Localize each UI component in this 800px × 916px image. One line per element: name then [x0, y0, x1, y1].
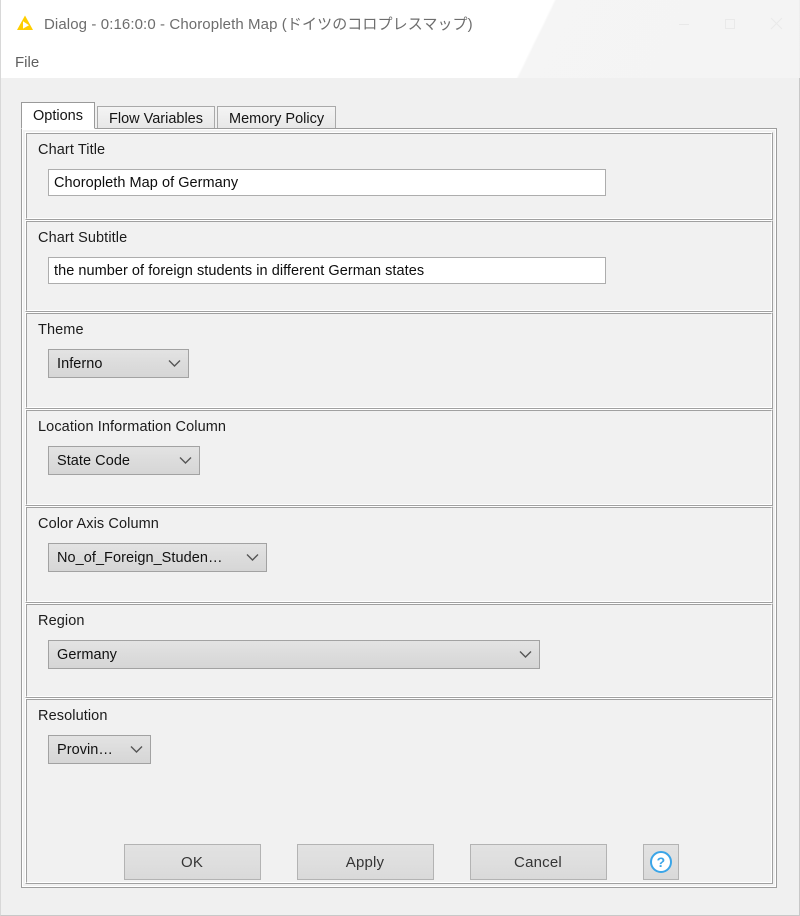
dialog-content: Options Flow Variables Memory Policy Cha…	[1, 78, 799, 915]
help-button[interactable]: ?	[642, 844, 679, 880]
group-theme: Theme Inferno	[25, 312, 773, 409]
theme-select-value: Inferno	[57, 355, 103, 372]
region-select-value: Germany	[57, 646, 117, 663]
chart-subtitle-input[interactable]	[48, 257, 606, 284]
options-tab-panel: Chart Title Chart Subtitle Theme Inferno	[21, 128, 777, 888]
minimize-icon	[679, 23, 689, 25]
group-color-axis-column: Color Axis Column No_of_Foreign_Studen…	[25, 506, 773, 603]
location-column-label: Location Information Column	[38, 419, 227, 435]
help-icon: ?	[649, 851, 672, 873]
tab-options[interactable]: Options	[21, 102, 95, 129]
chevron-down-icon	[179, 456, 192, 465]
group-region: Region Germany	[25, 603, 773, 698]
group-chart-title: Chart Title	[25, 132, 773, 220]
tab-options-label: Options	[33, 107, 83, 124]
resolution-label: Resolution	[38, 708, 108, 724]
theme-select[interactable]: Inferno	[48, 349, 189, 378]
dialog-button-bar: OK Apply Cancel ?	[1, 809, 800, 915]
menu-bar: File	[1, 47, 799, 78]
color-axis-column-label: Color Axis Column	[38, 516, 159, 532]
resolution-select-value: Provin…	[57, 741, 113, 758]
color-axis-column-select-value: No_of_Foreign_Studen…	[57, 549, 223, 566]
region-select[interactable]: Germany	[48, 640, 540, 669]
tab-memory-policy-label: Memory Policy	[229, 111, 325, 127]
window-title: Dialog - 0:16:0:0 - Choropleth Map (ドイツの…	[44, 16, 473, 33]
region-label: Region	[38, 613, 85, 629]
ok-button[interactable]: OK	[123, 844, 261, 880]
tab-flow-variables-label: Flow Variables	[108, 111, 204, 127]
group-chart-subtitle: Chart Subtitle	[25, 220, 773, 312]
dialog-window: Dialog - 0:16:0:0 - Choropleth Map (ドイツの…	[0, 0, 800, 916]
maximize-icon	[725, 18, 735, 29]
knime-triangle-icon	[16, 14, 34, 32]
chart-title-label: Chart Title	[38, 142, 106, 158]
close-icon	[770, 17, 782, 30]
location-column-select-value: State Code	[57, 452, 131, 469]
tab-strip: Options Flow Variables Memory Policy	[21, 102, 338, 131]
chart-title-input[interactable]	[48, 169, 606, 196]
chevron-down-icon	[519, 650, 532, 659]
maximize-button[interactable]	[707, 0, 753, 47]
resolution-select[interactable]: Provin…	[48, 735, 151, 764]
minimize-button[interactable]	[661, 0, 707, 47]
group-location-column: Location Information Column State Code	[25, 409, 773, 506]
location-column-select[interactable]: State Code	[48, 446, 200, 475]
apply-button[interactable]: Apply	[296, 844, 434, 880]
menu-item-file[interactable]: File	[9, 52, 45, 73]
chevron-down-icon	[168, 359, 181, 368]
chart-subtitle-label: Chart Subtitle	[38, 230, 128, 246]
theme-label: Theme	[38, 322, 84, 338]
color-axis-column-select[interactable]: No_of_Foreign_Studen…	[48, 543, 267, 572]
cancel-button[interactable]: Cancel	[469, 844, 607, 880]
chevron-down-icon	[246, 553, 259, 562]
close-button[interactable]	[753, 0, 799, 47]
svg-text:?: ?	[656, 854, 665, 870]
window-controls	[661, 0, 799, 47]
chevron-down-icon	[130, 745, 143, 754]
title-bar: Dialog - 0:16:0:0 - Choropleth Map (ドイツの…	[1, 0, 799, 47]
